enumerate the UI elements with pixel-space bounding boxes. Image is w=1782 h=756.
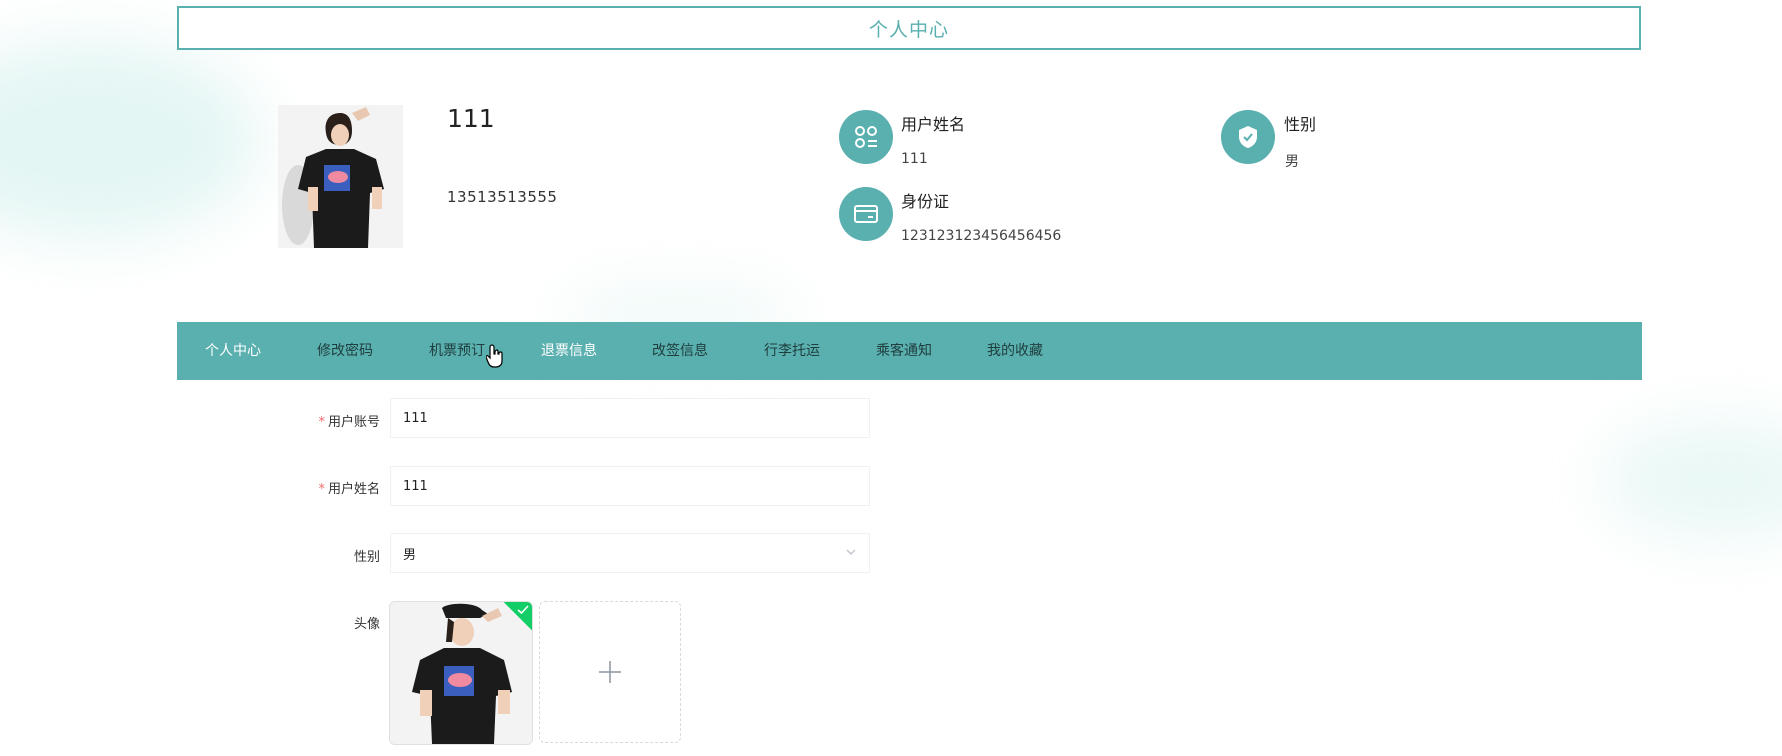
form-label-gender: 性别 — [260, 546, 380, 565]
form-label-username-text: 用户姓名 — [327, 482, 380, 497]
form-label-gender-text: 性别 — [353, 550, 380, 565]
info-value-gender: 男 — [1285, 154, 1299, 170]
profile-phone: 13513513555 — [447, 188, 558, 206]
page-title: 个人中心 — [177, 6, 1641, 50]
form-label-username: * 用户姓名 — [260, 478, 380, 497]
chevron-down-icon — [845, 546, 857, 562]
account-input[interactable]: 111 — [390, 398, 870, 438]
gender-select[interactable]: 男 — [390, 533, 870, 573]
form-label-avatar-text: 头像 — [353, 617, 380, 632]
user-list-icon — [839, 110, 893, 164]
person-photo-icon — [390, 602, 532, 744]
tab-passenger-notice[interactable]: 乘客通知 — [876, 322, 932, 380]
username-input[interactable]: 111 — [390, 466, 870, 506]
info-value-username: 111 — [901, 151, 928, 167]
avatar-upload-button[interactable] — [539, 601, 681, 743]
info-label-username: 用户姓名 — [901, 115, 966, 134]
tab-change-password[interactable]: 修改密码 — [317, 322, 373, 380]
profile-avatar — [278, 105, 403, 248]
avatar-uploaded-image[interactable] — [389, 601, 533, 745]
form-label-avatar: 头像 — [260, 613, 380, 632]
tab-personal-center[interactable]: 个人中心 — [205, 322, 261, 380]
info-value-idcard: 123123123456456456 — [901, 228, 1062, 244]
tab-baggage-checkin[interactable]: 行李托运 — [764, 322, 820, 380]
info-label-gender: 性别 — [1284, 115, 1317, 134]
form-label-account: * 用户账号 — [260, 411, 380, 430]
tab-rebook-info[interactable]: 改签信息 — [652, 322, 708, 380]
person-photo-icon — [278, 105, 403, 248]
hand-cursor-icon — [485, 344, 504, 372]
background-decoration — [1602, 420, 1782, 540]
check-icon — [517, 605, 529, 615]
tab-ticket-booking[interactable]: 机票预订 — [429, 322, 485, 380]
form-label-account-text: 用户账号 — [327, 415, 380, 430]
tab-my-favorites[interactable]: 我的收藏 — [987, 322, 1043, 380]
id-card-icon — [839, 187, 893, 241]
nav-tabbar: 个人中心 修改密码 机票预订 退票信息 改签信息 行李托运 乘客通知 我的收藏 — [177, 322, 1642, 380]
background-decoration — [0, 40, 260, 240]
username-input-value: 111 — [403, 478, 428, 494]
account-input-value: 111 — [403, 410, 428, 426]
required-marker: * — [318, 482, 325, 497]
tab-refund-info[interactable]: 退票信息 — [541, 322, 597, 380]
profile-name: 111 — [447, 104, 495, 133]
info-label-idcard: 身份证 — [901, 192, 950, 211]
page-title-text: 个人中心 — [868, 18, 949, 41]
gender-select-value: 男 — [403, 547, 417, 563]
required-marker: * — [318, 415, 325, 430]
plus-icon — [599, 661, 621, 683]
shield-check-icon — [1221, 110, 1275, 164]
